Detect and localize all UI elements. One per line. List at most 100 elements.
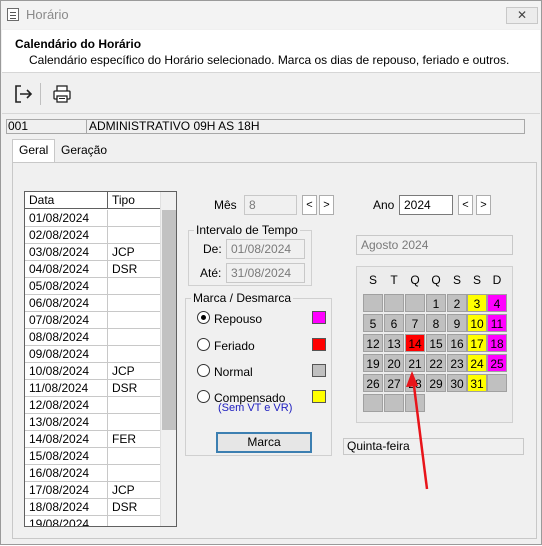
radio-compensado[interactable] — [197, 390, 210, 403]
close-button[interactable]: ✕ — [506, 7, 538, 24]
ano-field[interactable]: 2024 — [399, 195, 453, 215]
list-row[interactable]: 15/08/2024 — [25, 448, 160, 465]
calendar-day[interactable] — [363, 294, 383, 312]
toolbar-separator — [40, 83, 41, 105]
calendar-day[interactable]: 26 — [363, 374, 383, 392]
list-row[interactable]: 01/08/2024 — [25, 210, 160, 227]
mes-label: Mês — [214, 198, 237, 212]
ano-next-button[interactable]: > — [476, 195, 491, 215]
calendar-day[interactable] — [405, 394, 425, 412]
row-date: 06/08/2024 — [29, 296, 90, 310]
list-row[interactable]: 08/08/2024 — [25, 329, 160, 346]
list-row[interactable]: 11/08/2024 DSR — [25, 380, 160, 397]
weekday-label: T — [390, 273, 398, 287]
calendar-day[interactable]: 31 — [467, 374, 487, 392]
calendar-day[interactable]: 27 — [384, 374, 404, 392]
ate-field[interactable]: 31/08/2024 — [226, 263, 305, 283]
ano-label: Ano — [373, 198, 395, 212]
calendar-day[interactable]: 19 — [363, 354, 383, 372]
calendar-day[interactable]: 8 — [426, 314, 446, 332]
calendar-day[interactable]: 3 — [467, 294, 487, 312]
calendar-day[interactable]: 22 — [426, 354, 446, 372]
calendar-day[interactable] — [384, 294, 404, 312]
calendar-day[interactable] — [384, 394, 404, 412]
list-scrollbar[interactable] — [160, 192, 176, 526]
mes-field[interactable]: 8 — [244, 195, 297, 215]
calendar-day[interactable]: 23 — [447, 354, 467, 372]
schedule-record-bar: 001 ADMINISTRATIVO 09H AS 18H — [6, 119, 525, 134]
calendar-day[interactable]: 1 — [426, 294, 446, 312]
row-date: 14/08/2024 — [29, 432, 90, 446]
list-row[interactable]: 02/08/2024 — [25, 227, 160, 244]
option-feriado-label: Feriado — [214, 339, 255, 353]
calendar-day[interactable]: 20 — [384, 354, 404, 372]
list-row[interactable]: 07/08/2024 — [25, 312, 160, 329]
calendar-day[interactable]: 15 — [426, 334, 446, 352]
scrollbar-thumb[interactable] — [162, 210, 176, 430]
list-row[interactable]: 16/08/2024 — [25, 465, 160, 482]
row-date: 12/08/2024 — [29, 398, 90, 412]
calendar-day[interactable]: 25 — [487, 354, 507, 372]
calendar-day[interactable]: 24 — [467, 354, 487, 372]
option-repouso-label: Repouso — [214, 312, 263, 326]
row-date: 10/08/2024 — [29, 364, 90, 378]
list-row[interactable]: 03/08/2024 JCP — [25, 244, 160, 261]
calendar-day[interactable] — [405, 294, 425, 312]
radio-normal[interactable] — [197, 364, 210, 377]
print-button[interactable] — [49, 81, 75, 107]
list-header: Data Tipo — [25, 192, 160, 209]
list-row[interactable]: 10/08/2024 JCP — [25, 363, 160, 380]
mes-next-button[interactable]: > — [319, 195, 334, 215]
row-date: 13/08/2024 — [29, 415, 90, 429]
radio-feriado[interactable] — [197, 338, 210, 351]
list-row[interactable]: 04/08/2024 DSR — [25, 261, 160, 278]
row-type: DSR — [112, 262, 138, 276]
calendar-day[interactable]: 21 — [405, 354, 425, 372]
list-row[interactable]: 17/08/2024 JCP — [25, 482, 160, 499]
radio-repouso[interactable] — [197, 311, 210, 324]
row-type: DSR — [112, 500, 138, 514]
list-row[interactable]: 18/08/2024 DSR — [25, 499, 160, 516]
list-row[interactable]: 14/08/2024 FER — [25, 431, 160, 448]
mes-prev-button[interactable]: < — [302, 195, 317, 215]
list-row[interactable]: 19/08/2024 — [25, 516, 160, 527]
calendar-day[interactable]: 13 — [384, 334, 404, 352]
weekday-label: D — [492, 273, 502, 287]
de-field[interactable]: 01/08/2024 — [226, 239, 305, 259]
marca-button[interactable]: Marca — [216, 432, 312, 453]
calendar-day[interactable] — [363, 394, 383, 412]
calendar-day[interactable]: 12 — [363, 334, 383, 352]
calendar-day[interactable]: 2 — [447, 294, 467, 312]
calendar-day[interactable]: 29 — [426, 374, 446, 392]
list-row[interactable]: 13/08/2024 — [25, 414, 160, 431]
column-header-tipo[interactable]: Tipo — [112, 193, 135, 207]
dates-list[interactable]: Data Tipo 01/08/2024 02/08/2024 03/08/2024… — [24, 191, 177, 527]
calendar-day[interactable]: 14 — [405, 334, 425, 352]
calendar-day[interactable]: 5 — [363, 314, 383, 332]
calendar-day[interactable]: 30 — [447, 374, 467, 392]
list-row[interactable]: 09/08/2024 — [25, 346, 160, 363]
ano-prev-button[interactable]: < — [458, 195, 473, 215]
list-row[interactable]: 12/08/2024 — [25, 397, 160, 414]
calendar-day[interactable]: 7 — [405, 314, 425, 332]
list-row[interactable]: 06/08/2024 — [25, 295, 160, 312]
calendar-day[interactable]: 4 — [487, 294, 507, 312]
calendar-day[interactable]: 10 — [467, 314, 487, 332]
calendar-day[interactable]: 11 — [487, 314, 507, 332]
exit-button[interactable] — [10, 81, 36, 107]
row-date: 19/08/2024 — [29, 517, 90, 527]
calendar-day[interactable]: 28 — [405, 374, 425, 392]
tab-geracao-automatica[interactable]: Geração Automática — [55, 140, 127, 177]
calendar-day[interactable]: 17 — [467, 334, 487, 352]
calendar-day[interactable]: 6 — [384, 314, 404, 332]
row-date: 07/08/2024 — [29, 313, 90, 327]
list-row[interactable]: 05/08/2024 — [25, 278, 160, 295]
row-type: FER — [112, 432, 136, 446]
calendar-day[interactable]: 16 — [447, 334, 467, 352]
selected-weekday-field: Quinta-feira — [343, 438, 524, 455]
column-header-data[interactable]: Data — [29, 193, 54, 207]
calendar-day[interactable]: 18 — [487, 334, 507, 352]
calendar-day[interactable] — [487, 374, 507, 392]
tab-geral[interactable]: Geral — [12, 139, 56, 163]
calendar-day[interactable]: 9 — [447, 314, 467, 332]
